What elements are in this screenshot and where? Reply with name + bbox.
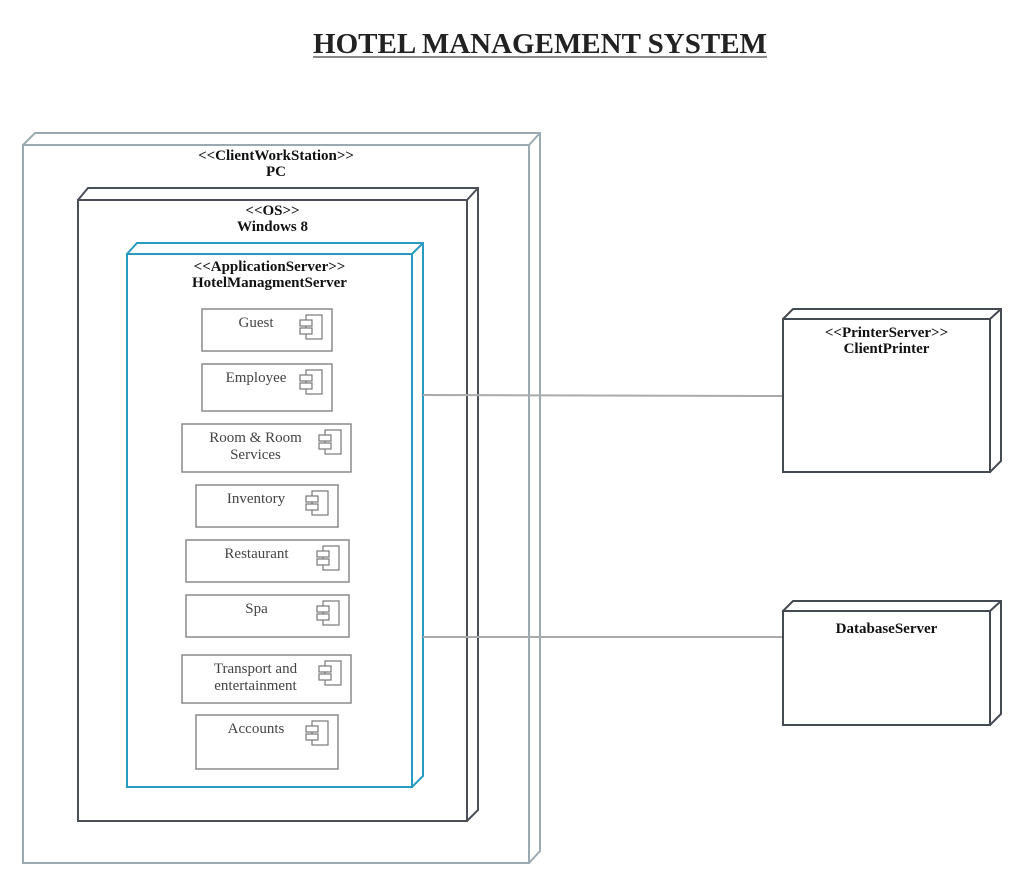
component-label-line1: Employee	[225, 370, 287, 386]
component-label: Transport and entertainment	[182, 661, 329, 695]
client-workstation-stereotype: <<ClientWorkStation>>	[198, 148, 354, 164]
component-label-line1: Transport and	[213, 661, 298, 677]
component-label: Room & Room Services	[182, 430, 329, 464]
database-server-label: DatabaseServer	[783, 621, 990, 637]
component-label-line1: Inventory	[226, 491, 286, 507]
component-label-line1: Restaurant	[224, 546, 289, 562]
node-database-server[interactable]	[782, 600, 1002, 726]
printer-server-stereotype: <<PrinterServer>>	[824, 325, 949, 341]
component-label-line1: Room & Room	[209, 430, 302, 446]
os-stereotype: <<OS>>	[245, 203, 300, 219]
component-label-line1: Spa	[245, 601, 268, 617]
component-label-line2: Services	[230, 447, 281, 463]
os-name: Windows 8	[236, 219, 308, 235]
app-server-stereotype: <<ApplicationServer>>	[193, 259, 346, 275]
component-label: Guest	[202, 315, 310, 332]
app-server-label: <<ApplicationServer>> HotelManagmentServ…	[127, 259, 412, 291]
component-label: Accounts	[196, 721, 316, 738]
client-workstation-name: PC	[266, 164, 286, 180]
connector-printer	[422, 394, 785, 397]
component-label: Restaurant	[186, 546, 327, 563]
deployment-diagram	[22, 132, 1002, 864]
app-server-name: HotelManagmentServer	[192, 275, 347, 291]
component-label: Inventory	[196, 491, 316, 508]
component-label-line1: Accounts	[227, 721, 285, 737]
component-label-line1: Guest	[238, 315, 274, 331]
component-label: Spa	[186, 601, 327, 618]
client-workstation-label: <<ClientWorkStation>> PC	[23, 148, 529, 180]
printer-server-label: <<PrinterServer>> ClientPrinter	[783, 325, 990, 357]
component-label: Employee	[202, 370, 310, 387]
printer-server-name: ClientPrinter	[843, 341, 930, 357]
component-label-line2: entertainment	[214, 678, 297, 694]
database-server-name: DatabaseServer	[835, 621, 938, 637]
os-label: <<OS>> Windows 8	[78, 203, 467, 235]
